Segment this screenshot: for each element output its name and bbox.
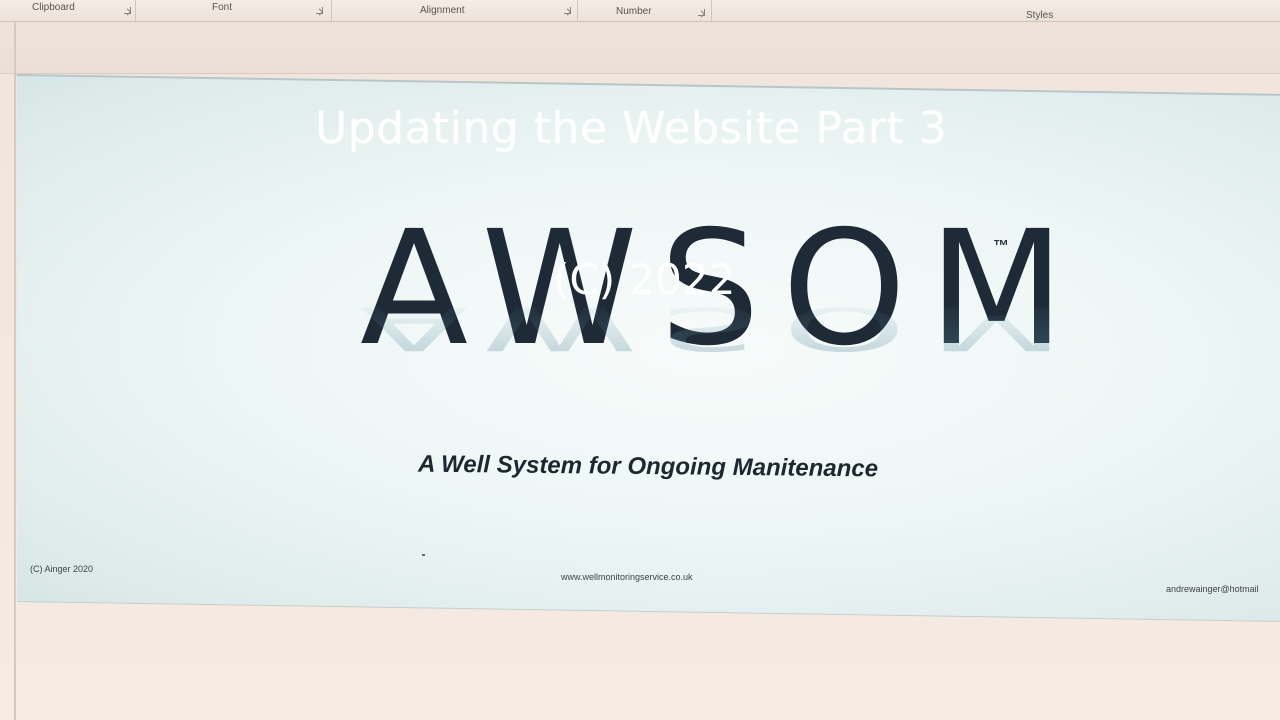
stray-mark — [422, 554, 425, 556]
ribbon-group-clipboard: Clipboard — [0, 0, 136, 22]
video-overlay-year: (C) 2022 — [553, 255, 736, 304]
ribbon-label-number: Number — [616, 6, 652, 17]
number-launcher-icon[interactable] — [698, 9, 705, 16]
ribbon-group-styles: Styles — [712, 0, 1280, 22]
font-launcher-icon[interactable] — [316, 7, 323, 14]
ribbon-group-number: Number — [578, 0, 712, 22]
awsom-logo-reflection: AWSOM — [360, 293, 1087, 363]
banner-tagline: A Well System for Ongoing Manitenance — [417, 450, 879, 483]
sheet-left-border — [14, 22, 16, 720]
ribbon-label-alignment: Alignment — [420, 5, 465, 16]
ribbon-group-font: Font — [136, 0, 332, 22]
clipboard-launcher-icon[interactable] — [124, 7, 131, 14]
sheet-header-area — [0, 22, 1280, 74]
banner-website: www.wellmonitoringservice.co.uk — [561, 572, 693, 582]
banner-copyright: (C) Ainger 2020 — [30, 564, 94, 574]
alignment-launcher-icon[interactable] — [564, 7, 571, 14]
ribbon-label-font: Font — [212, 2, 233, 13]
ribbon-group-alignment: Alignment — [332, 0, 578, 22]
video-overlay-title: Updating the Website Part 3 — [315, 103, 948, 154]
banner-email: andrewainger@hotmail — [1166, 584, 1259, 594]
ribbon-label-clipboard: Clipboard — [32, 2, 75, 13]
trademark-symbol: ™ — [993, 238, 1009, 255]
ribbon-label-styles: Styles — [1026, 10, 1054, 21]
ribbon-bar: Clipboard Font Alignment Number Styles — [0, 0, 1280, 22]
